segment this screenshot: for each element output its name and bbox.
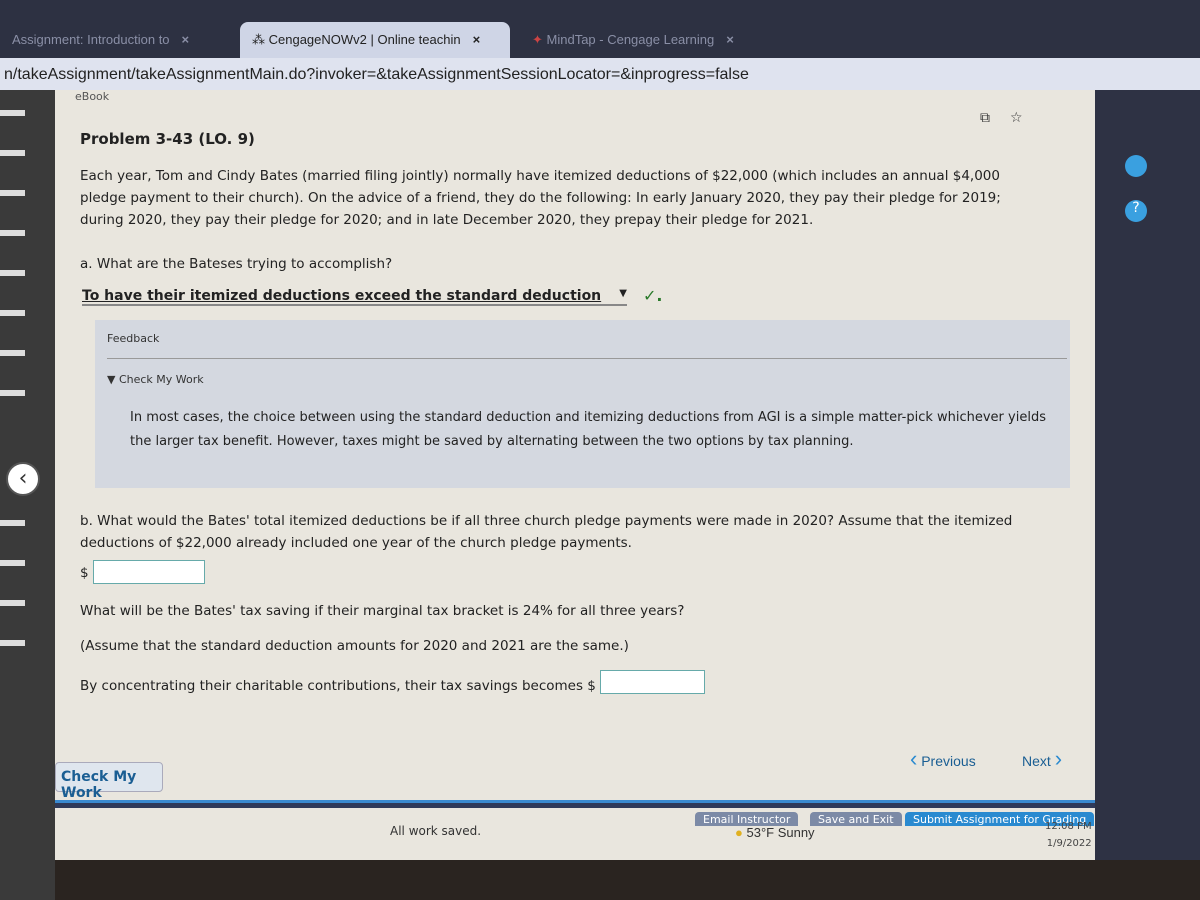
question-b: b. What would the Bates' total itemized … bbox=[80, 513, 1013, 551]
check-my-work-button[interactable]: Check My Work bbox=[55, 762, 163, 801]
mindtap-icon: ✦ bbox=[532, 32, 547, 47]
problem-text: Each year, Tom and Cindy Bates (married … bbox=[80, 168, 1001, 228]
close-icon[interactable]: × bbox=[182, 32, 190, 47]
itemized-deductions-input[interactable] bbox=[93, 560, 205, 584]
dollar-sign: $ bbox=[80, 565, 89, 581]
close-icon[interactable]: × bbox=[726, 32, 734, 47]
address-bar[interactable]: n/takeAssignment/takeAssignmentMain.do?i… bbox=[0, 58, 1200, 90]
next-button[interactable]: Next › bbox=[1022, 746, 1062, 772]
tab-label: CengageNOWv2 | Online teachin bbox=[268, 32, 461, 47]
tab-assignment[interactable]: Assignment: Introduction to × bbox=[0, 22, 201, 60]
taskbar-clock[interactable]: 12:08 PM 1/9/2022 bbox=[1045, 818, 1092, 852]
problem-title: Problem 3-43 (LO. 9) bbox=[80, 130, 255, 148]
star-icon[interactable]: ☆ bbox=[1010, 110, 1023, 126]
feedback-panel: Feedback ▼ Check My Work In most cases, … bbox=[95, 320, 1070, 488]
question-a: a. What are the Bateses trying to accomp… bbox=[80, 256, 393, 272]
chevron-down-icon: ▼ bbox=[619, 288, 627, 299]
cengage-icon: ⁂ bbox=[252, 32, 269, 47]
tab-label: MindTap - Cengage Learning bbox=[546, 32, 715, 47]
correct-checkmark-icon: ✓. bbox=[643, 286, 663, 305]
feedback-text: In most cases, the choice between using … bbox=[130, 410, 1046, 449]
tax-savings-prompt: By concentrating their charitable contri… bbox=[80, 678, 596, 694]
help-icon[interactable] bbox=[1125, 155, 1147, 177]
chevron-left-icon: ‹ bbox=[910, 746, 918, 771]
tab-mindtap[interactable]: ✦ MindTap - Cengage Learning × bbox=[520, 22, 746, 60]
save-and-exit-button[interactable]: Save and Exit bbox=[810, 812, 902, 826]
chevron-right-icon: › bbox=[1054, 746, 1063, 771]
tax-savings-input[interactable] bbox=[600, 670, 705, 694]
email-instructor-button[interactable]: Email Instructor bbox=[695, 812, 799, 826]
previous-button[interactable]: ‹ Previous bbox=[910, 746, 976, 772]
footer-bar bbox=[55, 800, 1095, 808]
sun-icon: ● bbox=[735, 825, 743, 840]
question-icon[interactable]: ? bbox=[1125, 200, 1147, 222]
answer-a-value: To have their itemized deductions exceed… bbox=[82, 288, 602, 304]
back-arrow-icon[interactable]: ‹ bbox=[6, 462, 40, 496]
weather-widget[interactable]: ● 53°F Sunny bbox=[735, 825, 815, 840]
question-tax-saving: What will be the Bates' tax saving if th… bbox=[80, 603, 685, 619]
assumption-note: (Assume that the standard deduction amou… bbox=[80, 638, 629, 654]
browser-tab-strip: Assignment: Introduction to × ⁂ CengageNO… bbox=[0, 0, 1200, 60]
close-icon[interactable]: × bbox=[473, 32, 481, 47]
save-status: All work saved. bbox=[390, 824, 482, 838]
answer-a-dropdown[interactable]: To have their itemized deductions exceed… bbox=[82, 288, 627, 306]
ebook-link[interactable]: eBook bbox=[75, 90, 109, 103]
tab-cengagenow[interactable]: ⁂ CengageNOWv2 | Online teachin × bbox=[240, 22, 510, 60]
tab-label: Assignment: Introduction to bbox=[12, 32, 170, 47]
share-icon[interactable]: ⧉ bbox=[980, 110, 990, 126]
assignment-page: eBook ⧉ ☆ Problem 3-43 (LO. 9) Each year… bbox=[55, 90, 1095, 860]
feedback-label: Feedback bbox=[107, 332, 160, 345]
check-my-work-toggle[interactable]: ▼ Check My Work bbox=[107, 373, 204, 386]
right-panel: ? bbox=[1095, 90, 1200, 860]
